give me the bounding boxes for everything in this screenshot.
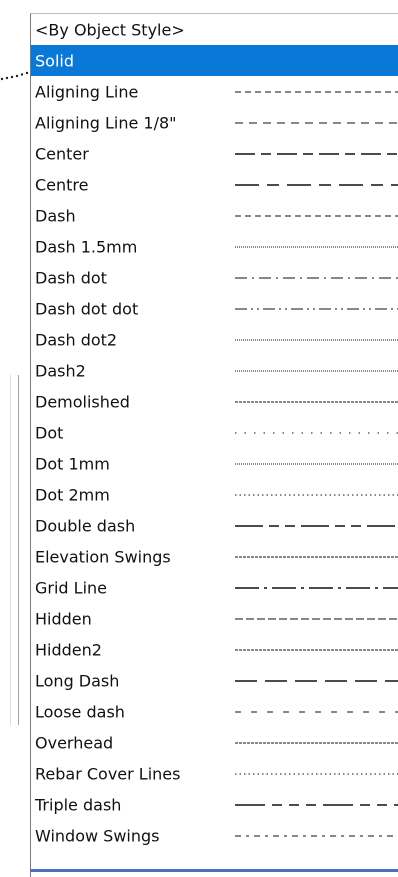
line-pattern-item[interactable]: Elevation Swings (31, 541, 398, 572)
line-pattern-preview (235, 246, 398, 247)
line-pattern-item[interactable]: Overhead (31, 727, 398, 758)
line-pattern-preview (235, 803, 398, 806)
line-pattern-label: Dot 1mm (35, 454, 110, 473)
line-pattern-label: Dash dot dot (35, 299, 139, 318)
line-pattern-item[interactable]: Dash dot2 (31, 324, 398, 355)
line-pattern-label: Grid Line (35, 578, 108, 597)
line-pattern-label: Dash 1.5mm (35, 237, 138, 256)
line-pattern-preview (235, 835, 398, 836)
line-pattern-label: <By Object Style> (35, 20, 185, 39)
line-pattern-preview (235, 277, 398, 278)
line-pattern-preview (235, 122, 398, 123)
dropdown-bottom-border (30, 869, 398, 872)
line-pattern-label: Aligning Line (35, 82, 139, 101)
line-pattern-item[interactable]: Hidden2 (31, 634, 398, 665)
line-pattern-preview (235, 370, 398, 371)
line-pattern-label: Triple dash (35, 795, 122, 814)
line-pattern-item[interactable]: Grid Line (31, 572, 398, 603)
line-pattern-preview (235, 152, 398, 155)
line-pattern-item[interactable]: Hidden (31, 603, 398, 634)
line-pattern-item[interactable]: Loose dash (31, 696, 398, 727)
line-pattern-preview (235, 91, 398, 92)
background-panel-edge (0, 375, 19, 725)
line-pattern-label: Loose dash (35, 702, 125, 721)
line-pattern-label: Solid (35, 51, 74, 70)
line-pattern-label: Long Dash (35, 671, 120, 690)
line-pattern-item[interactable]: Dash2 (31, 355, 398, 386)
line-pattern-preview (235, 215, 398, 216)
line-pattern-preview (235, 742, 398, 743)
line-pattern-preview (235, 711, 398, 712)
line-pattern-item[interactable]: Dot (31, 417, 398, 448)
line-pattern-label: Dash dot2 (35, 330, 118, 349)
line-pattern-label: Centre (35, 175, 89, 194)
line-pattern-preview (235, 524, 398, 527)
line-pattern-item[interactable]: Rebar Cover Lines (31, 758, 398, 789)
line-pattern-item[interactable]: Dot 1mm (31, 448, 398, 479)
line-pattern-preview (235, 183, 398, 186)
line-pattern-label: Dash dot (35, 268, 107, 287)
line-pattern-item[interactable]: Double dash (31, 510, 398, 541)
line-pattern-label: Dot 2mm (35, 485, 110, 504)
line-pattern-preview (235, 432, 398, 433)
line-pattern-label: Dash (35, 206, 76, 225)
line-pattern-item[interactable]: Dot 2mm (31, 479, 398, 510)
line-pattern-item[interactable]: Triple dash (31, 789, 398, 820)
line-pattern-label: Elevation Swings (35, 547, 171, 566)
line-pattern-item[interactable]: Dash 1.5mm (31, 231, 398, 262)
line-pattern-item[interactable]: Dash dot (31, 262, 398, 293)
line-pattern-preview (235, 649, 398, 650)
line-pattern-item[interactable]: Dash dot dot (31, 293, 398, 324)
line-pattern-dropdown-list[interactable]: <By Object Style> Solid Aligning Line Align… (30, 13, 398, 877)
line-pattern-preview (235, 679, 398, 682)
line-pattern-preview (235, 463, 398, 464)
line-pattern-label: Rebar Cover Lines (35, 764, 181, 783)
line-pattern-label: Dot (35, 423, 64, 442)
line-pattern-preview (235, 308, 398, 309)
line-pattern-label: Overhead (35, 733, 114, 752)
line-pattern-preview (235, 618, 398, 619)
line-pattern-label: Aligning Line 1/8" (35, 113, 177, 132)
line-pattern-label: Center (35, 144, 89, 163)
line-pattern-label: Window Swings (35, 826, 160, 845)
line-pattern-label: Hidden2 (35, 640, 102, 659)
line-pattern-preview (235, 556, 398, 557)
line-pattern-item[interactable]: Demolished (31, 386, 398, 417)
line-pattern-preview (235, 339, 398, 340)
line-pattern-preview (235, 401, 398, 402)
line-pattern-item[interactable]: Solid (31, 45, 398, 76)
line-pattern-label: Double dash (35, 516, 136, 535)
line-pattern-item[interactable]: Dash (31, 200, 398, 231)
line-pattern-label: Dash2 (35, 361, 86, 380)
line-pattern-preview (235, 773, 398, 774)
line-pattern-label: Hidden (35, 609, 92, 628)
line-pattern-preview (235, 586, 398, 589)
line-pattern-item[interactable]: Aligning Line 1/8" (31, 107, 398, 138)
line-pattern-item[interactable]: <By Object Style> (31, 14, 398, 45)
line-pattern-item[interactable]: Center (31, 138, 398, 169)
line-pattern-preview (235, 494, 398, 495)
line-pattern-item[interactable]: Long Dash (31, 665, 398, 696)
line-pattern-label: Demolished (35, 392, 130, 411)
line-pattern-item[interactable]: Aligning Line (31, 76, 398, 107)
line-pattern-item[interactable]: Window Swings (31, 820, 398, 851)
leader-dots-decoration (0, 71, 29, 81)
line-pattern-item[interactable]: Centre (31, 169, 398, 200)
